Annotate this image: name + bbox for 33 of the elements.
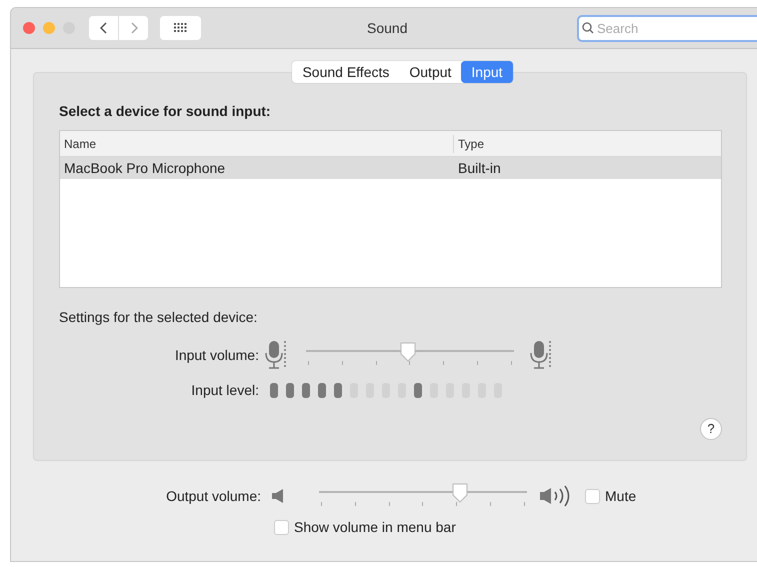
- speaker-icon: [271, 488, 285, 504]
- tab[interactable]: Output: [399, 61, 462, 83]
- slider-thumb[interactable]: [451, 483, 470, 503]
- chevron-left-icon: [100, 22, 108, 34]
- checkbox-label: Mute: [605, 486, 636, 506]
- help-button[interactable]: ?: [700, 418, 722, 440]
- table-row[interactable]: MacBook Pro Microphone Built-in: [60, 157, 721, 179]
- show-all-button[interactable]: [160, 16, 201, 40]
- slider-thumb[interactable]: [398, 342, 417, 362]
- column-header[interactable]: Type: [454, 134, 488, 152]
- window-title: Sound: [367, 18, 408, 38]
- checkbox-label: Show volume in menu bar: [294, 518, 456, 537]
- input-level-label: Input level:: [190, 381, 259, 400]
- section-heading: Select a device for sound input:: [59, 102, 272, 121]
- back-button[interactable]: [89, 16, 118, 40]
- input-volume-label: Input volume:: [174, 346, 259, 365]
- microphone-icon: [265, 340, 287, 370]
- minimize-button[interactable]: [43, 22, 55, 34]
- output-volume-label: Output volume:: [165, 486, 261, 506]
- table-cell-text: Built-in: [457, 158, 502, 178]
- microphone-icon: [530, 340, 552, 370]
- tab[interactable]: Sound Effects: [292, 61, 400, 83]
- column-header[interactable]: Name: [60, 134, 454, 152]
- search-field[interactable]: Search: [577, 14, 757, 42]
- grid-icon: [174, 23, 187, 33]
- checkbox[interactable]: [274, 520, 289, 535]
- table-cell-text: MacBook Pro Microphone: [63, 158, 226, 178]
- search-icon: [582, 22, 594, 34]
- chevron-right-icon: [130, 22, 138, 34]
- close-button[interactable]: [23, 22, 35, 34]
- tab[interactable]: Input: [461, 61, 513, 83]
- settings-label: Settings for the selected device:: [59, 308, 258, 327]
- checkbox[interactable]: [585, 488, 600, 504]
